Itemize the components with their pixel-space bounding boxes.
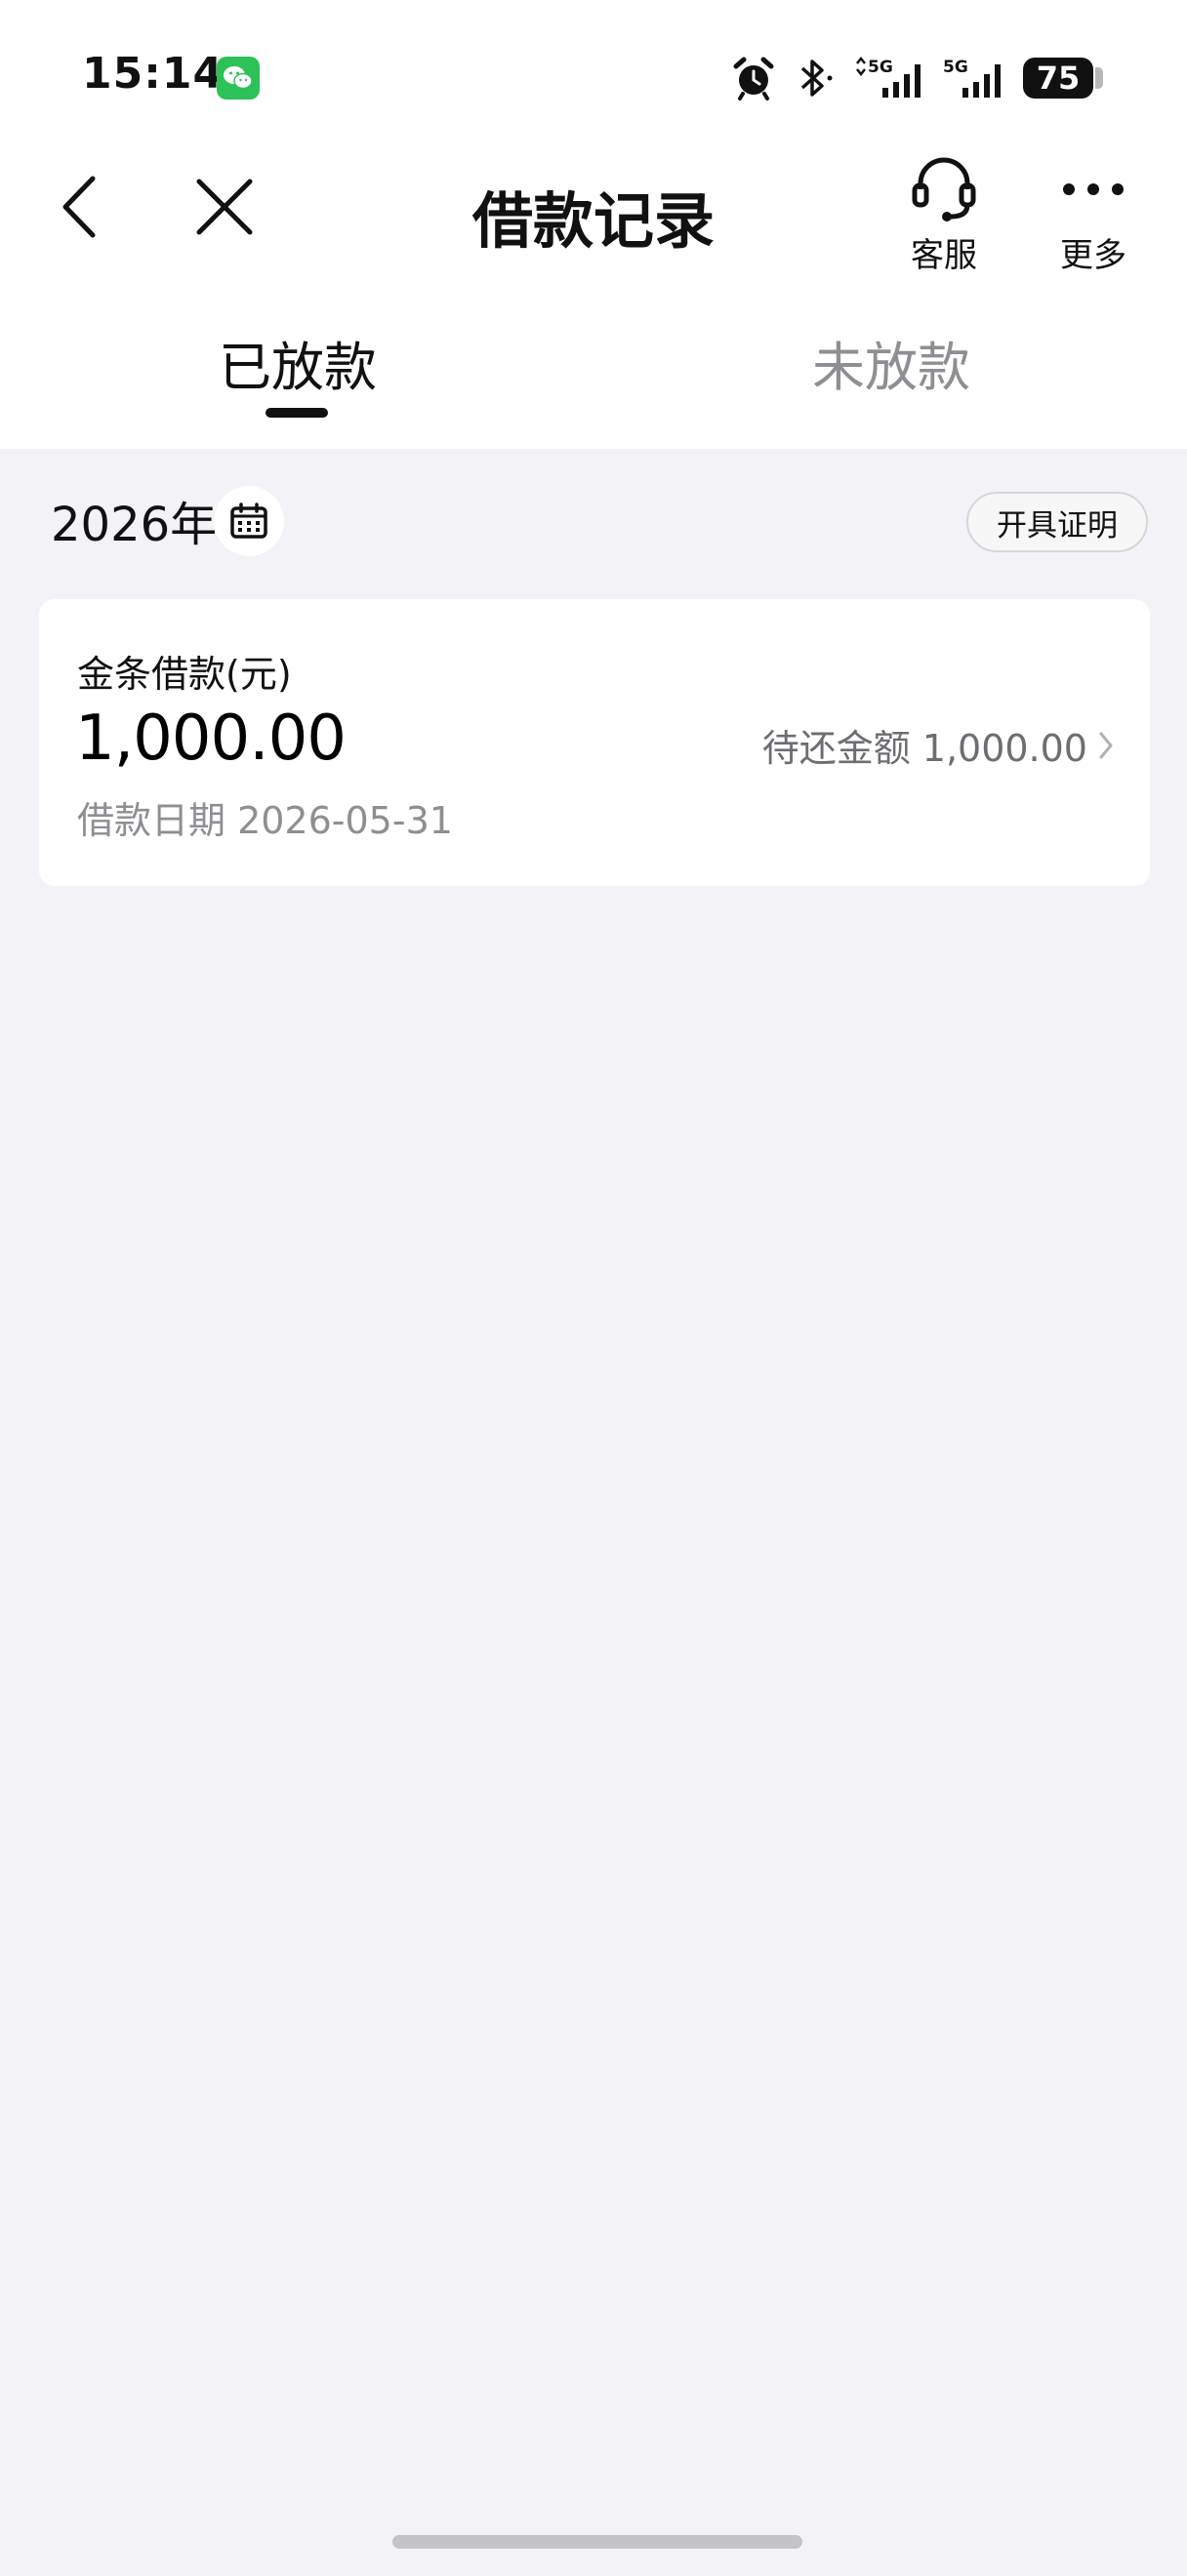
network-type-label: 5G (868, 58, 893, 77)
year-label[interactable]: 2026年 (51, 486, 217, 554)
nav-bar: 借款记录 客服 更多 (0, 146, 1187, 293)
wechat-icon (217, 57, 260, 100)
signal-icon: 5G (943, 58, 1001, 98)
issue-certificate-button[interactable]: 开具证明 (966, 492, 1148, 552)
status-bar: 15:14 5G 5G 75 (0, 0, 1187, 146)
headset-icon (912, 157, 976, 221)
loan-date: 借款日期 2026-05-31 (77, 799, 453, 842)
filter-row: 2026年 开具证明 (0, 449, 1187, 595)
back-button[interactable] (39, 168, 117, 246)
remaining-amount-link[interactable]: 待还金额 1,000.00 (762, 718, 1115, 772)
more-dots-icon (1063, 183, 1124, 195)
battery-icon: 75 (1023, 58, 1103, 99)
status-time: 15:14 (82, 49, 225, 99)
loan-record-card[interactable]: 金条借款(元) 1,000.00 借款日期 2026-05-31 待还金额 1,… (39, 599, 1150, 886)
tab-undisbursed[interactable]: 未放款 (745, 324, 1038, 401)
network-type-label: 5G (943, 58, 968, 77)
back-arrow-icon (62, 176, 96, 238)
signal-icon: 5G (856, 56, 921, 98)
tab-disbursed[interactable]: 已放款 (151, 324, 444, 401)
calendar-icon (230, 503, 267, 539)
loan-amount: 1,000.00 (75, 703, 347, 775)
page-title: 借款记录 (471, 185, 715, 257)
loan-product-label: 金条借款(元) (77, 653, 292, 696)
battery-level: 75 (1036, 60, 1081, 97)
more-label: 更多 (1060, 236, 1126, 275)
home-indicator[interactable] (392, 2535, 802, 2549)
customer-service-label: 客服 (911, 236, 977, 275)
bluetooth-icon (800, 60, 833, 97)
customer-service-button[interactable]: 客服 (885, 152, 1003, 279)
remaining-amount-text: 待还金额 1,000.00 (761, 727, 1087, 770)
more-button[interactable]: 更多 (1035, 152, 1152, 279)
status-icons: 5G 5G 75 (730, 51, 1103, 105)
calendar-button[interactable] (214, 486, 284, 556)
active-tab-indicator (266, 408, 328, 418)
close-button[interactable] (185, 168, 264, 246)
close-icon (196, 179, 253, 235)
chevron-right-icon (1099, 732, 1113, 758)
alarm-icon (733, 57, 774, 101)
tab-bar: 已放款 未放款 (0, 293, 1187, 449)
